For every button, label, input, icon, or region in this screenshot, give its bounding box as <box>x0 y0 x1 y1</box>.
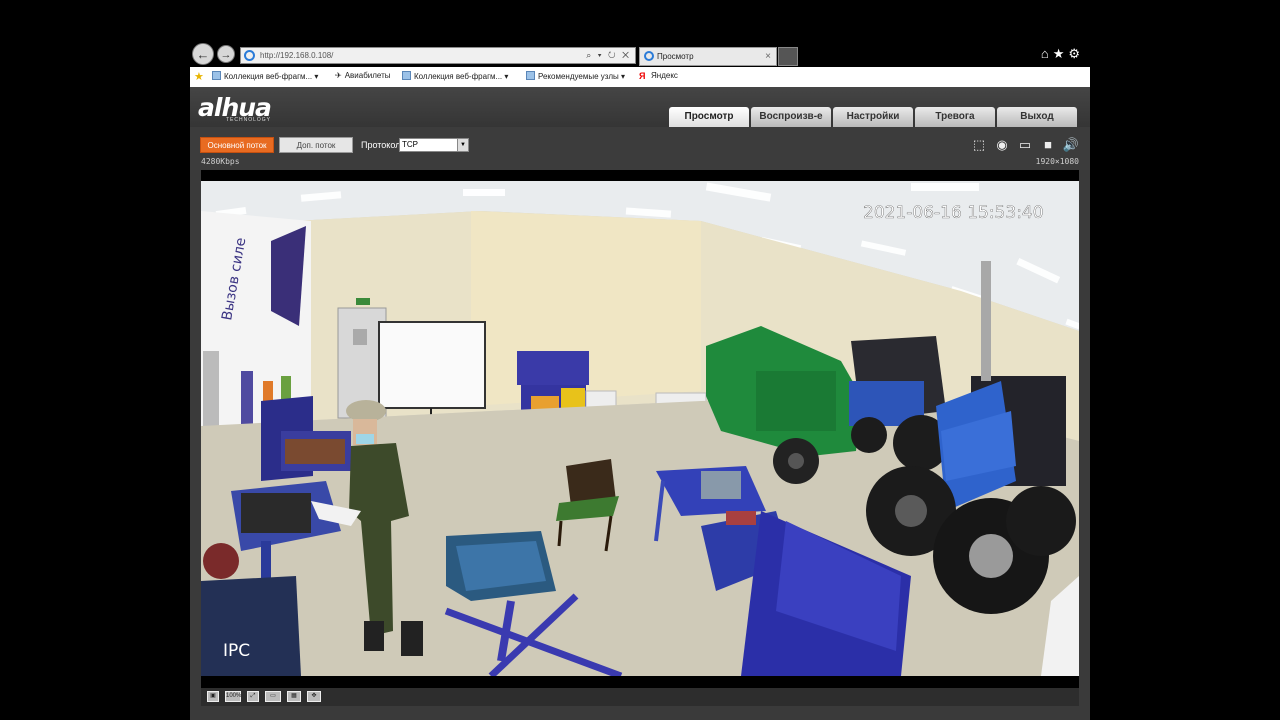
camera-label: IPC <box>223 641 250 661</box>
video-frame[interactable]: Вызов силе 2021-06-16 15:53:40 IPC <box>201 181 1079 676</box>
resolution-readout: 1920×1080 <box>1035 157 1079 166</box>
yandex-icon: Я <box>639 71 646 81</box>
zoom-percent-button[interactable]: 100% <box>225 691 241 702</box>
protocol-label: Протокол <box>361 140 401 150</box>
zoom-region-icon[interactable]: ⬚ <box>970 138 988 152</box>
browser-window: ← → http://192.168.0.108/ ⌕ ▾ ↻ ✕ Просмо… <box>190 40 1090 720</box>
home-icon[interactable]: ⌂ <box>1041 46 1053 61</box>
favorites-star-icon[interactable]: ★ <box>1053 46 1069 61</box>
web-slice-icon <box>212 71 221 80</box>
window-mode-icon[interactable]: ▣ <box>207 691 219 702</box>
logo-subtitle: TECHNOLOGY <box>226 117 272 123</box>
tab-logout[interactable]: Выход <box>997 107 1077 127</box>
ie-icon <box>244 50 255 61</box>
favorite-item[interactable]: Рекомендуемые узлы ▾ <box>526 71 625 81</box>
web-slice-icon <box>526 71 535 80</box>
screenshot-icon[interactable]: ▭ <box>1016 138 1034 152</box>
tab-alarm[interactable]: Тревога <box>915 107 995 127</box>
bitrate-readout: 4280Kbps <box>201 157 240 166</box>
protocol-value: TCP <box>402 140 418 149</box>
tab-title: Просмотр <box>657 52 694 61</box>
main-stream-button[interactable]: Основной поток <box>200 137 274 153</box>
protocol-select[interactable]: TCP ▼ <box>399 138 469 152</box>
browser-tab[interactable]: Просмотр × <box>639 47 777 66</box>
favorite-item[interactable]: ✈ Авиабилеты <box>335 71 391 80</box>
split-view-icon[interactable]: ▦ <box>287 691 301 702</box>
browser-chrome: ← → http://192.168.0.108/ ⌕ ▾ ↻ ✕ Просмо… <box>190 40 1090 67</box>
back-icon[interactable]: ← <box>192 43 214 65</box>
camera-scene: Вызов силе 2021-06-16 15:53:40 IPC <box>201 181 1079 676</box>
tab-settings[interactable]: Настройки <box>833 107 913 127</box>
sub-stream-button[interactable]: Доп. поток <box>279 137 353 153</box>
tab-playback[interactable]: Воспроизв-е <box>751 107 831 127</box>
app-header: alhua TECHNOLOGY Просмотр Воспроизв-е На… <box>190 87 1090 127</box>
address-url: http://192.168.0.108/ <box>260 51 334 60</box>
address-bar[interactable]: http://192.168.0.108/ ⌕ ▾ ↻ ✕ <box>240 47 636 64</box>
chevron-down-icon: ▾ <box>314 72 319 81</box>
address-tools-icons[interactable]: ⌕ ▾ ↻ ✕ <box>586 48 631 63</box>
browser-tools: ⌂★⚙ <box>1041 46 1084 62</box>
tab-close-icon[interactable]: × <box>765 48 771 65</box>
chevron-down-icon: ▾ <box>504 72 509 81</box>
chevron-down-icon: ▾ <box>621 72 626 81</box>
view-tools: ⬚ ◉ ▭ ■ 🔊 <box>965 136 1080 152</box>
favorites-bar: ★ Коллекция веб-фрагм... ▾ ✈ Авиабилеты К… <box>190 67 1090 88</box>
favorite-item[interactable]: Коллекция веб-фрагм... ▾ <box>402 71 508 81</box>
ptz-icon[interactable]: ✥ <box>307 691 321 702</box>
web-slice-icon <box>402 71 411 80</box>
video-container: Вызов силе 2021-06-16 15:53:40 IPC <box>201 170 1079 688</box>
gear-icon[interactable]: ⚙ <box>1068 46 1084 61</box>
audio-icon[interactable]: 🔊 <box>1062 138 1080 152</box>
snapshot-icon[interactable]: ◉ <box>993 138 1011 152</box>
favorites-star-icon[interactable]: ★ <box>194 70 204 83</box>
record-icon[interactable]: ■ <box>1039 138 1057 152</box>
video-bottom-bar: ▣ 100% ⤢ ▭ ▦ ✥ <box>201 688 1079 706</box>
forward-icon[interactable]: → <box>217 45 235 63</box>
tab-ie-icon <box>644 51 654 61</box>
live-toolbar: Основной поток Доп. поток Протокол TCP ▼… <box>190 127 1090 170</box>
favorite-item[interactable]: Я Яндекс <box>639 71 678 81</box>
fit-window-icon[interactable]: ⤢ <box>247 691 259 702</box>
favorite-item[interactable]: Коллекция веб-фрагм... ▾ <box>212 71 318 81</box>
new-tab-button[interactable] <box>778 47 798 66</box>
tab-live[interactable]: Просмотр <box>669 107 749 127</box>
video-timestamp: 2021-06-16 15:53:40 <box>863 203 1044 223</box>
chevron-down-icon: ▼ <box>457 139 468 151</box>
airplane-icon: ✈ <box>335 71 342 80</box>
aspect-ratio-icon[interactable]: ▭ <box>265 691 281 702</box>
